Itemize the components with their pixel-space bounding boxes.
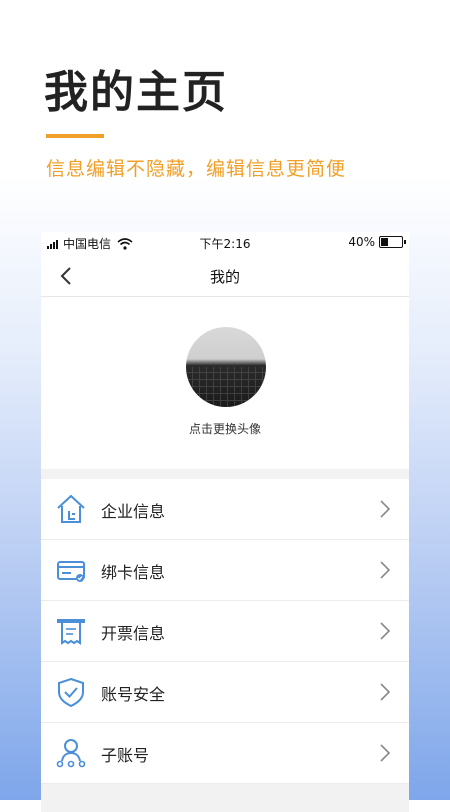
change-avatar-link[interactable]: 点击更换头像 [41, 420, 409, 437]
menu-list: 企业信息 绑卡信息 开票信息 账号安全 子账号 [41, 479, 409, 784]
phone-screen: 中国电信 下午2:16 40% 我的 点击更换头像 企业信息 绑卡信息 开票信息… [41, 232, 409, 812]
chevron-right-icon [380, 500, 391, 518]
invoice-icon [57, 619, 85, 645]
menu-item-label: 账号安全 [101, 685, 166, 704]
promo-subtitle: 信息编辑不隐藏，编辑信息更简便 [46, 158, 347, 180]
page-title: 我的 [209, 268, 240, 286]
bank-card-icon [57, 561, 85, 582]
menu-item-company-info[interactable]: 企业信息 [41, 479, 409, 540]
nav-bar: 我的 [41, 254, 409, 297]
menu-item-invoice-info[interactable]: 开票信息 [41, 601, 409, 662]
chevron-right-icon [380, 744, 391, 762]
menu-item-label: 绑卡信息 [101, 563, 166, 582]
battery-icon [379, 236, 406, 248]
menu-item-account-security[interactable]: 账号安全 [41, 662, 409, 723]
status-bar: 中国电信 下午2:16 40% [41, 232, 409, 254]
battery-percent: 40% [348, 235, 375, 249]
menu-item-card-binding[interactable]: 绑卡信息 [41, 540, 409, 601]
sub-account-icon [56, 739, 86, 768]
menu-item-label: 子账号 [101, 746, 150, 765]
building-icon [57, 494, 85, 523]
shield-check-icon [58, 677, 84, 708]
menu-item-label: 开票信息 [101, 624, 166, 643]
chevron-right-icon [380, 561, 391, 579]
promo-title: 我的主页 [44, 67, 228, 118]
avatar[interactable] [186, 327, 266, 407]
promo-underline [46, 134, 104, 138]
profile-section: 点击更换头像 [41, 297, 409, 469]
chevron-right-icon [380, 683, 391, 701]
chevron-right-icon [380, 622, 391, 640]
menu-item-label: 企业信息 [101, 502, 166, 521]
menu-item-sub-account[interactable]: 子账号 [41, 723, 409, 784]
